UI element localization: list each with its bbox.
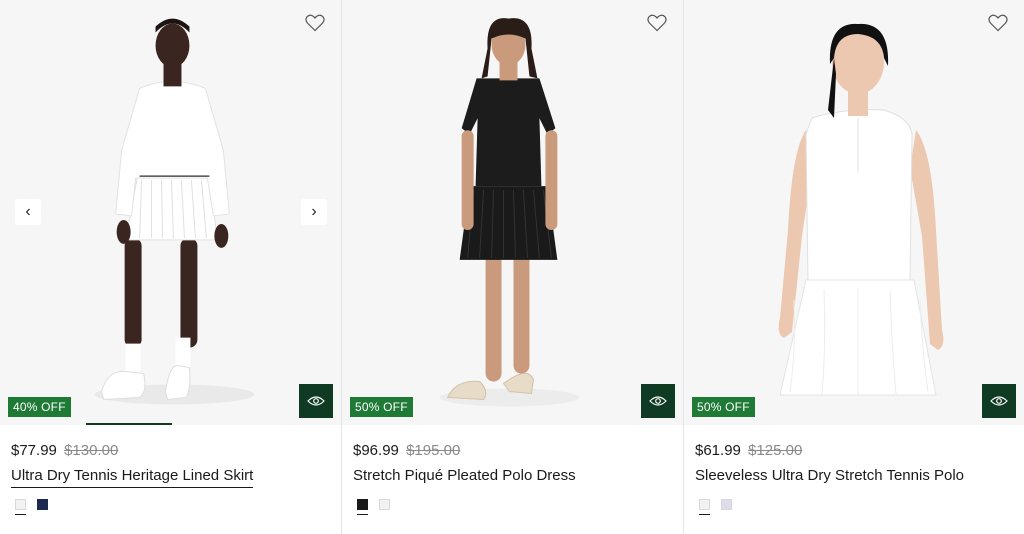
- discount-badge: 40% OFF: [8, 397, 71, 417]
- color-swatch-navy[interactable]: [37, 499, 48, 510]
- product-image[interactable]: 50% OFF: [684, 0, 1024, 425]
- wishlist-heart-icon[interactable]: [647, 14, 667, 32]
- price-current: $96.99: [353, 442, 399, 459]
- quick-view-eye-icon[interactable]: [982, 384, 1016, 418]
- carousel-prev-chevron-left-icon[interactable]: ‹: [15, 199, 41, 225]
- product-grid: ‹ › 40% OFF $77.99 $130.00 Ultra Dry Ten…: [0, 0, 1024, 534]
- color-swatch-lavender[interactable]: [721, 499, 732, 510]
- product-photo: [94, 18, 255, 405]
- product-name-link[interactable]: Stretch Piqué Pleated Polo Dress: [353, 467, 576, 487]
- product-card[interactable]: ‹ › 40% OFF $77.99 $130.00 Ultra Dry Ten…: [0, 0, 342, 534]
- color-swatches: [15, 499, 48, 515]
- price-block: $96.99 $195.00: [353, 442, 460, 459]
- price-original: $125.00: [748, 442, 803, 459]
- color-swatches: [699, 499, 732, 515]
- product-card[interactable]: 50% OFF $61.99 $125.00 Sleeveless Ultra …: [684, 0, 1024, 534]
- price-block: $77.99 $130.00: [11, 442, 118, 459]
- color-swatch-white[interactable]: [379, 499, 390, 510]
- price-block: $61.99 $125.00: [695, 442, 802, 459]
- carousel-next-chevron-right-icon[interactable]: ›: [301, 199, 327, 225]
- price-original: $195.00: [406, 442, 461, 459]
- product-image[interactable]: ‹ › 40% OFF: [0, 0, 341, 425]
- price-original: $130.00: [64, 442, 119, 459]
- price-current: $61.99: [695, 442, 741, 459]
- product-photo: [439, 18, 580, 407]
- image-carousel-progress: [86, 423, 172, 425]
- product-name-link[interactable]: Sleeveless Ultra Dry Stretch Tennis Polo: [695, 467, 964, 487]
- color-swatches: [357, 499, 390, 515]
- product-image[interactable]: 50% OFF: [342, 0, 683, 425]
- product-card[interactable]: 50% OFF $96.99 $195.00 Stretch Piqué Ple…: [342, 0, 684, 534]
- product-photo: [778, 23, 944, 396]
- color-swatch-white[interactable]: [699, 499, 710, 515]
- discount-badge: 50% OFF: [692, 397, 755, 417]
- wishlist-heart-icon[interactable]: [988, 14, 1008, 32]
- quick-view-eye-icon[interactable]: [641, 384, 675, 418]
- wishlist-heart-icon[interactable]: [305, 14, 325, 32]
- price-current: $77.99: [11, 442, 57, 459]
- color-swatch-black[interactable]: [357, 499, 368, 515]
- color-swatch-white[interactable]: [15, 499, 26, 515]
- product-name-link[interactable]: Ultra Dry Tennis Heritage Lined Skirt: [11, 467, 254, 488]
- discount-badge: 50% OFF: [350, 397, 413, 417]
- quick-view-eye-icon[interactable]: [299, 384, 333, 418]
